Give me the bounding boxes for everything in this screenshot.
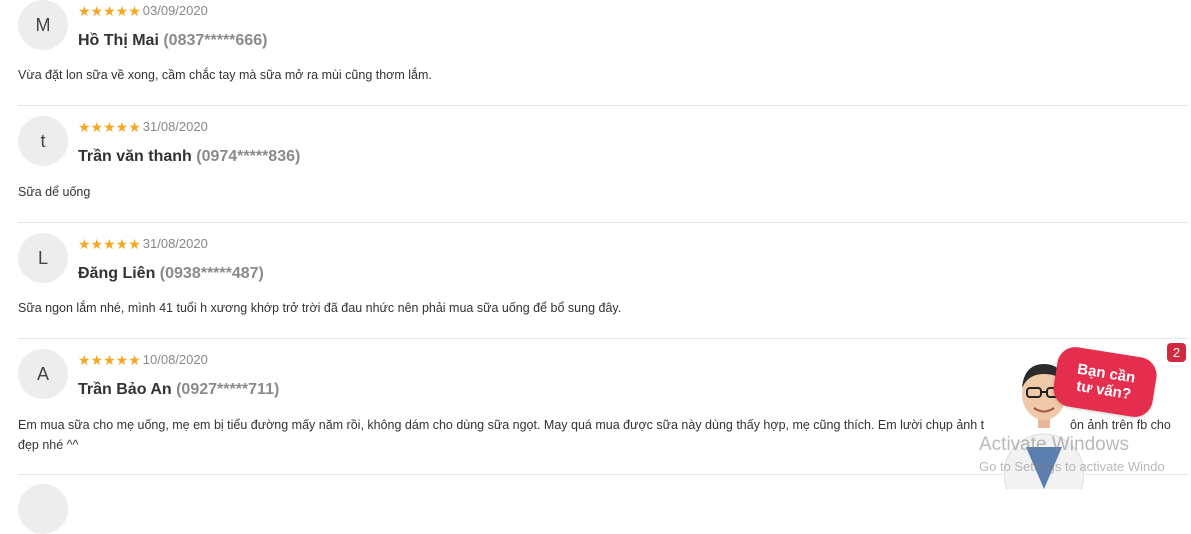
avatar: t bbox=[18, 116, 68, 166]
review-content-line2: đẹp nhé ^^ bbox=[18, 438, 79, 452]
reviewer-name: Trần văn thanh (0974*****836) bbox=[78, 148, 300, 166]
reviewer-phone: (0927*****711) bbox=[176, 381, 280, 398]
avatar: L bbox=[18, 233, 68, 283]
divider bbox=[18, 105, 1188, 106]
review-meta: ★★★★★ 03/09/2020 bbox=[78, 3, 208, 18]
avatar: A bbox=[18, 349, 68, 399]
review-date: 10/08/2020 bbox=[142, 352, 208, 367]
reviewer-name-text: Đăng Liên bbox=[78, 265, 156, 282]
reviewer-phone: (0938*****487) bbox=[159, 265, 264, 282]
review-content: Sữa ngon lắm nhé, mình 41 tuổi h xương k… bbox=[18, 301, 622, 315]
review-content: Vừa đặt lon sữa về xong, cầm chắc tay mà… bbox=[18, 68, 432, 82]
star-rating: ★★★★★ bbox=[78, 118, 141, 135]
watermark-title: Activate Windows bbox=[979, 434, 1129, 455]
avatar: M bbox=[18, 0, 68, 50]
review-content-line1: Em mua sữa cho mẹ uống, mẹ em bị tiểu đư… bbox=[18, 418, 985, 432]
star-rating: ★★★★★ bbox=[78, 351, 141, 368]
review-content: Em mua sữa cho mẹ uống, mẹ em bị tiểu đư… bbox=[18, 415, 984, 435]
review-meta: ★★★★★ 31/08/2020 bbox=[78, 236, 208, 251]
reviewer-name: Trần Bảo An (0927*****711) bbox=[78, 381, 279, 399]
star-rating: ★★★★★ bbox=[78, 235, 141, 252]
watermark-subtitle: Go to Settings to activate Windo bbox=[979, 459, 1165, 474]
divider bbox=[18, 338, 1188, 339]
reviewer-name-text: Trần Bảo An bbox=[78, 381, 172, 398]
notification-badge: 2 bbox=[1167, 343, 1186, 362]
review-content: Sữa dể uống bbox=[18, 185, 91, 199]
review-date: 03/09/2020 bbox=[142, 3, 208, 18]
reviewer-phone: (0837*****666) bbox=[163, 32, 268, 49]
activate-windows-watermark: Activate Windows Go to Settings to activ… bbox=[979, 434, 1165, 477]
reviewer-name-text: Hồ Thị Mai bbox=[78, 32, 159, 49]
star-rating: ★★★★★ bbox=[78, 2, 141, 19]
reviewer-name-text: Trần văn thanh bbox=[78, 148, 192, 165]
review-date: 31/08/2020 bbox=[142, 236, 208, 251]
review-meta: ★★★★★ 31/08/2020 bbox=[78, 119, 208, 134]
avatar bbox=[18, 484, 68, 534]
review-meta: ★★★★★ 10/08/2020 bbox=[78, 352, 208, 367]
reviewer-name: Hồ Thị Mai (0837*****666) bbox=[78, 32, 267, 50]
divider bbox=[18, 222, 1188, 223]
reviewer-name: Đăng Liên (0938*****487) bbox=[78, 265, 264, 283]
review-date: 31/08/2020 bbox=[142, 119, 208, 134]
reviewer-phone: (0974*****836) bbox=[196, 148, 301, 165]
